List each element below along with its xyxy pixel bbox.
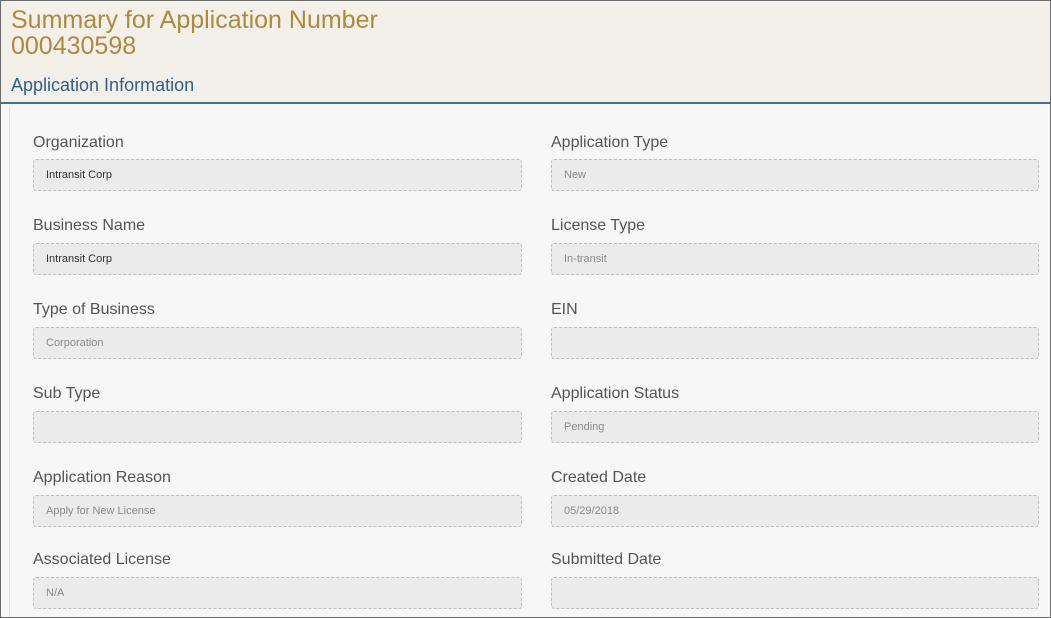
ein-field[interactable] bbox=[551, 327, 1039, 359]
submitted-date-label: Submitted Date bbox=[551, 551, 662, 568]
application-type-label: Application Type bbox=[551, 134, 669, 151]
created-date-label: Created Date bbox=[551, 469, 647, 486]
application-type-field[interactable]: New bbox=[551, 159, 1039, 191]
created-date-field[interactable]: 05/29/2018 bbox=[551, 495, 1039, 527]
business-name-label: Business Name bbox=[33, 217, 146, 234]
page-title-text: Summary for Application Number bbox=[11, 6, 378, 34]
sub-type-label: Sub Type bbox=[33, 385, 101, 402]
application-reason-field[interactable]: Apply for New License bbox=[33, 495, 522, 527]
application-status-field[interactable]: Pending bbox=[551, 411, 1039, 443]
summary-header: Summary for Application Number 000430598… bbox=[1, 1, 1050, 104]
license-type-field[interactable]: In-transit bbox=[551, 243, 1039, 275]
associated-license-label: Associated License bbox=[33, 551, 171, 568]
section-title: Application Information bbox=[11, 75, 195, 95]
sub-type-field[interactable] bbox=[33, 411, 522, 443]
page-title: Summary for Application Number 000430598 bbox=[11, 7, 378, 59]
type-of-business-label: Type of Business bbox=[33, 301, 155, 318]
application-reason-label: Application Reason bbox=[33, 469, 171, 486]
submitted-date-field[interactable] bbox=[551, 577, 1039, 609]
type-of-business-field[interactable]: Corporation bbox=[33, 327, 522, 359]
license-type-label: License Type bbox=[551, 217, 645, 234]
application-number: 000430598 bbox=[11, 32, 137, 60]
ein-label: EIN bbox=[551, 301, 578, 318]
organization-field[interactable]: Intransit Corp bbox=[33, 159, 522, 191]
application-summary-panel: Summary for Application Number 000430598… bbox=[0, 0, 1051, 618]
application-information-form: Organization Intransit Corp Application … bbox=[9, 106, 1050, 617]
application-status-label: Application Status bbox=[551, 385, 680, 402]
associated-license-field[interactable]: N/A bbox=[33, 577, 522, 609]
organization-label: Organization bbox=[33, 134, 124, 151]
business-name-field[interactable]: Intransit Corp bbox=[33, 243, 522, 275]
